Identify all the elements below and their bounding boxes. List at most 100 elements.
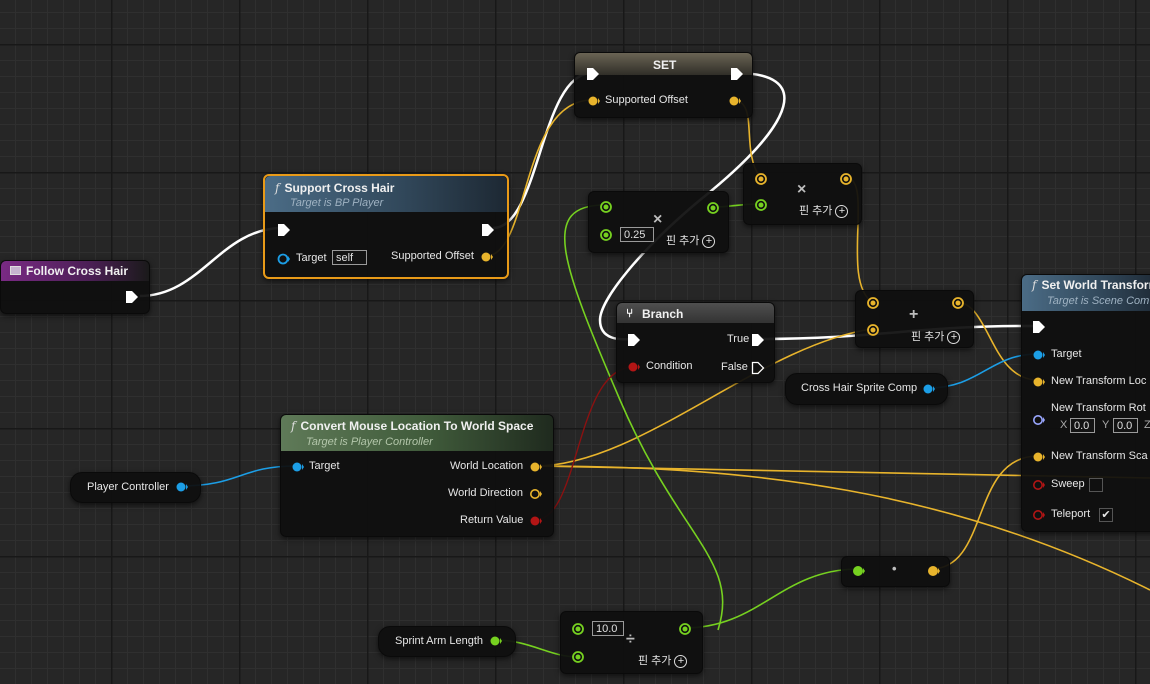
node-header: Follow Cross Hair xyxy=(1,261,149,281)
player-controller-label: Player Controller xyxy=(87,481,169,493)
target-pin[interactable] xyxy=(1032,349,1046,361)
add-pin-button[interactable]: 핀 추가 + xyxy=(638,652,688,668)
sprint-arm-length-out-pin[interactable] xyxy=(489,635,503,647)
rot-y-field[interactable]: 0.0 xyxy=(1113,418,1138,433)
exec-out-pin[interactable] xyxy=(125,290,139,304)
sprint-arm-length-label: Sprint Arm Length xyxy=(395,635,484,647)
new-rotation-pin[interactable] xyxy=(1032,414,1046,426)
new-scale-pin[interactable] xyxy=(1032,451,1046,463)
new-rotation-label: New Transform Rot xyxy=(1051,402,1146,414)
teleport-label: Teleport xyxy=(1051,508,1091,520)
teleport-checkbox[interactable]: ✔ xyxy=(1099,508,1113,522)
supported-offset-out-pin[interactable] xyxy=(480,251,494,263)
node-title: Follow Cross Hair xyxy=(26,264,129,278)
result-out-pin[interactable] xyxy=(926,564,940,578)
rot-x-field[interactable]: 0.0 xyxy=(1070,418,1095,433)
false-out-pin[interactable] xyxy=(751,361,765,375)
sprint-arm-length-getter-node[interactable]: Sprint Arm Length xyxy=(378,626,516,657)
add-pin-label: 핀 추가 xyxy=(911,331,945,343)
world-location-out-pin[interactable] xyxy=(529,461,543,473)
multiply-float-node[interactable]: 0.25 × 핀 추가 + xyxy=(588,191,729,253)
true-out-pin[interactable] xyxy=(751,333,765,347)
result-out-pin[interactable] xyxy=(839,172,853,186)
target-pin[interactable] xyxy=(277,253,291,265)
return-value-out-pin[interactable] xyxy=(529,515,543,527)
supported-offset-in-pin[interactable] xyxy=(587,95,601,107)
world-direction-out-pin[interactable] xyxy=(529,488,543,500)
b-in-pin[interactable] xyxy=(571,650,585,664)
add-pin-icon: + xyxy=(702,234,716,248)
float-wire xyxy=(683,568,858,629)
exec-out-pin[interactable] xyxy=(481,223,495,237)
add-pin-label: 핀 추가 xyxy=(638,655,672,667)
a-in-pin[interactable] xyxy=(754,172,768,186)
node-subtitle: Target is BP Player xyxy=(290,197,384,209)
cross-hair-sprite-comp-label: Cross Hair Sprite Comp xyxy=(801,382,918,394)
supported-offset-out-pin[interactable] xyxy=(728,95,742,107)
a-in-pin[interactable] xyxy=(571,622,585,636)
branch-node[interactable]: ⑂ Branch Condition True False xyxy=(616,302,775,383)
a-in-pin[interactable] xyxy=(599,200,613,214)
exec-in-pin[interactable] xyxy=(627,333,641,347)
result-out-pin[interactable] xyxy=(706,201,720,215)
event-icon xyxy=(10,266,21,275)
node-title: Support Cross Hair xyxy=(284,181,395,195)
exec-in-pin[interactable] xyxy=(1032,320,1046,334)
node-subtitle: Target is Player Controller xyxy=(306,436,433,448)
set-supported-offset-node[interactable]: SET Supported Offset xyxy=(574,52,753,118)
exec-in-pin[interactable] xyxy=(586,67,600,81)
teleport-pin[interactable] xyxy=(1032,509,1046,521)
cross-hair-sprite-comp-out-pin[interactable] xyxy=(922,383,936,395)
branch-icon: ⑂ xyxy=(626,306,634,320)
multiply-float-dot-node[interactable]: • xyxy=(841,556,950,587)
player-controller-out-pin[interactable] xyxy=(175,481,189,493)
b-value-field[interactable]: 0.25 xyxy=(620,227,654,242)
false-label: False xyxy=(721,361,748,373)
result-out-pin[interactable] xyxy=(678,622,692,636)
b-in-pin[interactable] xyxy=(754,198,768,212)
new-location-pin[interactable] xyxy=(1032,376,1046,388)
convert-mouse-location-node[interactable]: f Convert Mouse Location To World Space T… xyxy=(280,414,554,537)
sweep-pin[interactable] xyxy=(1032,479,1046,491)
b-in-pin[interactable] xyxy=(599,228,613,242)
rot-z-label: Z xyxy=(1144,419,1150,431)
add-pin-button[interactable]: 핀 추가 + xyxy=(911,328,961,344)
a-in-pin[interactable] xyxy=(851,564,865,578)
supported-offset-label: Supported Offset xyxy=(605,94,688,106)
set-world-transform-node[interactable]: f Set World Transform Target is Scene Com… xyxy=(1021,274,1150,532)
player-controller-getter-node[interactable]: Player Controller xyxy=(70,472,201,503)
return-value-label: Return Value xyxy=(460,514,524,526)
add-pin-icon: + xyxy=(947,330,961,344)
condition-pin[interactable] xyxy=(627,361,641,373)
node-title: Set World Transform xyxy=(1041,278,1150,292)
a-value-field[interactable]: 10.0 xyxy=(592,621,624,636)
target-pin[interactable] xyxy=(291,461,305,473)
target-label: Target xyxy=(1051,348,1082,360)
add-pin-button[interactable]: 핀 추가 + xyxy=(666,232,716,248)
node-header: f Support Cross Hair Target is BP Player xyxy=(265,176,507,212)
add-pin-button[interactable]: 핀 추가 + xyxy=(799,202,849,218)
cross-hair-sprite-comp-getter-node[interactable]: Cross Hair Sprite Comp xyxy=(785,373,948,405)
exec-in-pin[interactable] xyxy=(277,223,291,237)
support-cross-hair-node[interactable]: f Support Cross Hair Target is BP Player … xyxy=(263,174,509,279)
node-title: Convert Mouse Location To World Space xyxy=(300,419,534,433)
b-in-pin[interactable] xyxy=(866,323,880,337)
follow-cross-hair-event-node[interactable]: Follow Cross Hair xyxy=(0,260,150,314)
exec-out-pin[interactable] xyxy=(730,67,744,81)
add-pin-label: 핀 추가 xyxy=(799,205,833,217)
add-pin-icon: + xyxy=(835,204,849,218)
multiply-op-icon: × xyxy=(653,211,663,228)
sweep-checkbox[interactable] xyxy=(1089,478,1103,492)
add-vector-node[interactable]: + 핀 추가 + xyxy=(855,290,974,348)
sweep-label: Sweep xyxy=(1051,478,1085,490)
a-in-pin[interactable] xyxy=(866,296,880,310)
divide-node[interactable]: 10.0 ÷ 핀 추가 + xyxy=(560,611,703,674)
target-self-field[interactable]: self xyxy=(332,250,367,265)
world-location-label: World Location xyxy=(450,460,524,472)
node-header: f Set World Transform Target is Scene Com xyxy=(1022,275,1150,311)
multiply-vector-node[interactable]: × 핀 추가 + xyxy=(743,163,862,225)
rot-y-label: Y xyxy=(1102,419,1110,431)
add-op-icon: + xyxy=(909,306,919,323)
multiply-op-icon: × xyxy=(797,181,807,198)
result-out-pin[interactable] xyxy=(951,296,965,310)
